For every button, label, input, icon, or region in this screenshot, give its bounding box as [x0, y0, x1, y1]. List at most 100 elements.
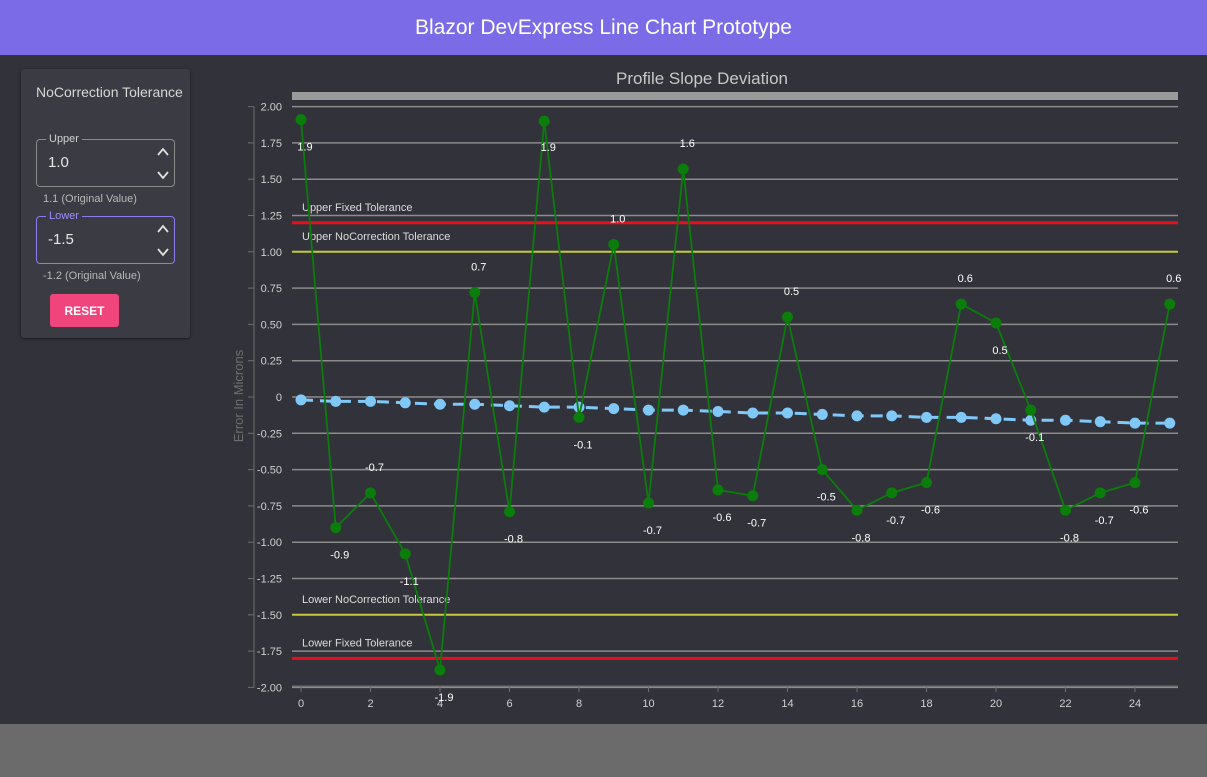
trend-point [538, 401, 550, 413]
y-tick-label: 1.25 [261, 211, 282, 223]
deviation-point [573, 411, 585, 423]
trend-point [469, 398, 481, 410]
x-tick-label: 12 [712, 698, 724, 710]
trend-point [955, 411, 967, 423]
deviation-point [330, 522, 342, 534]
data-label: 0.5 [784, 286, 799, 298]
y-tick-label: -0.75 [257, 501, 282, 513]
deviation-point [782, 311, 793, 323]
trend-point [399, 397, 411, 409]
deviation-point [538, 115, 550, 127]
data-label: -0.9 [330, 550, 349, 562]
chart-title-bar [292, 92, 1178, 100]
y-axis-label: Error In Microns [231, 349, 246, 442]
x-tick-label: 2 [367, 698, 373, 710]
y-tick-label: -0.25 [257, 428, 282, 440]
x-tick-label: 14 [781, 698, 793, 710]
trend-point [608, 403, 620, 415]
deviation-point [608, 239, 620, 251]
x-tick-label: 16 [851, 698, 863, 710]
deviation-point [295, 114, 307, 126]
constant-line-label: Lower NoCorrection Tolerance [302, 594, 450, 606]
deviation-point [816, 464, 828, 476]
trend-point [886, 410, 898, 422]
trend-point [365, 395, 376, 407]
data-label: 0.5 [992, 345, 1007, 357]
deviation-point [643, 497, 654, 509]
trend-point [747, 407, 759, 419]
x-tick-label: 20 [990, 698, 1002, 710]
y-tick-label: 1.50 [261, 174, 282, 186]
data-label: -0.7 [1095, 515, 1114, 527]
data-label: -0.7 [643, 525, 662, 537]
data-label: 1.6 [680, 138, 695, 150]
data-label: -0.1 [574, 439, 593, 451]
x-tick-label: 6 [506, 698, 512, 710]
trend-point [434, 398, 446, 410]
trend-point [712, 406, 724, 418]
y-tick-label: -1.25 [257, 574, 282, 586]
deviation-point [955, 298, 967, 310]
deviation-point [504, 506, 515, 518]
trend-point [816, 408, 828, 420]
trend-point [1129, 417, 1141, 429]
data-label: -0.8 [852, 532, 871, 544]
data-label: -0.1 [1025, 432, 1044, 444]
y-tick-label: -1.00 [257, 537, 282, 549]
y-tick-label: -2.00 [257, 682, 282, 694]
data-label: -0.7 [886, 515, 905, 527]
deviation-point [1094, 487, 1106, 499]
x-tick-label: 24 [1129, 698, 1141, 710]
deviation-point [469, 286, 481, 298]
x-tick-label: 18 [920, 698, 932, 710]
deviation-point [365, 487, 376, 499]
line-chart: Profile Slope Deviation Error In Microns… [231, 69, 1181, 710]
data-label: -0.5 [817, 492, 836, 504]
x-tick-label: 0 [298, 698, 304, 710]
trend-point [1164, 417, 1176, 429]
deviation-point [1129, 477, 1141, 489]
data-label: 1.9 [297, 142, 312, 154]
deviation-series-line [300, 119, 1171, 671]
y-tick-label: 0.50 [261, 319, 282, 331]
constant-line-label: Lower Fixed Tolerance [302, 637, 412, 649]
deviation-point [1060, 504, 1071, 516]
data-label: 0.7 [471, 261, 486, 273]
trend-point [921, 411, 932, 423]
data-label: 1.9 [541, 142, 556, 154]
data-label: -0.6 [921, 505, 940, 517]
constant-line-label: Upper Fixed Tolerance [302, 202, 412, 214]
constant-line-label: Upper NoCorrection Tolerance [302, 231, 450, 243]
trend-point [504, 400, 515, 412]
y-tick-label: 2.00 [261, 102, 282, 114]
deviation-point [1164, 298, 1176, 310]
deviation-point [921, 477, 932, 489]
trend-point [990, 413, 1002, 425]
trend-point [1060, 414, 1071, 426]
trend-point [295, 394, 307, 406]
deviation-point [990, 317, 1002, 329]
data-label: 1.0 [610, 214, 625, 226]
data-label: -1.9 [435, 692, 454, 704]
data-label: -0.6 [713, 512, 732, 524]
y-tick-label: 0 [276, 392, 282, 404]
trend-series-line [300, 398, 1170, 425]
deviation-point [1025, 404, 1037, 416]
trend-point [1094, 416, 1106, 428]
y-tick-label: 1.75 [261, 138, 282, 150]
data-label: -0.7 [365, 462, 384, 474]
data-label: -0.7 [747, 518, 766, 530]
y-tick-label: -1.50 [257, 610, 282, 622]
x-tick-label: 10 [642, 698, 654, 710]
data-label: -0.8 [504, 534, 523, 546]
y-tick-label: -1.75 [257, 646, 282, 658]
x-tick-label: 8 [576, 698, 582, 710]
trend-point [851, 410, 863, 422]
deviation-point [677, 163, 689, 175]
deviation-point [399, 548, 411, 560]
y-tick-label: 0.75 [261, 283, 282, 295]
data-label: 0.6 [1166, 273, 1181, 285]
deviation-point [851, 504, 863, 516]
y-tick-label: 1.00 [261, 247, 282, 259]
trend-point [677, 404, 689, 416]
